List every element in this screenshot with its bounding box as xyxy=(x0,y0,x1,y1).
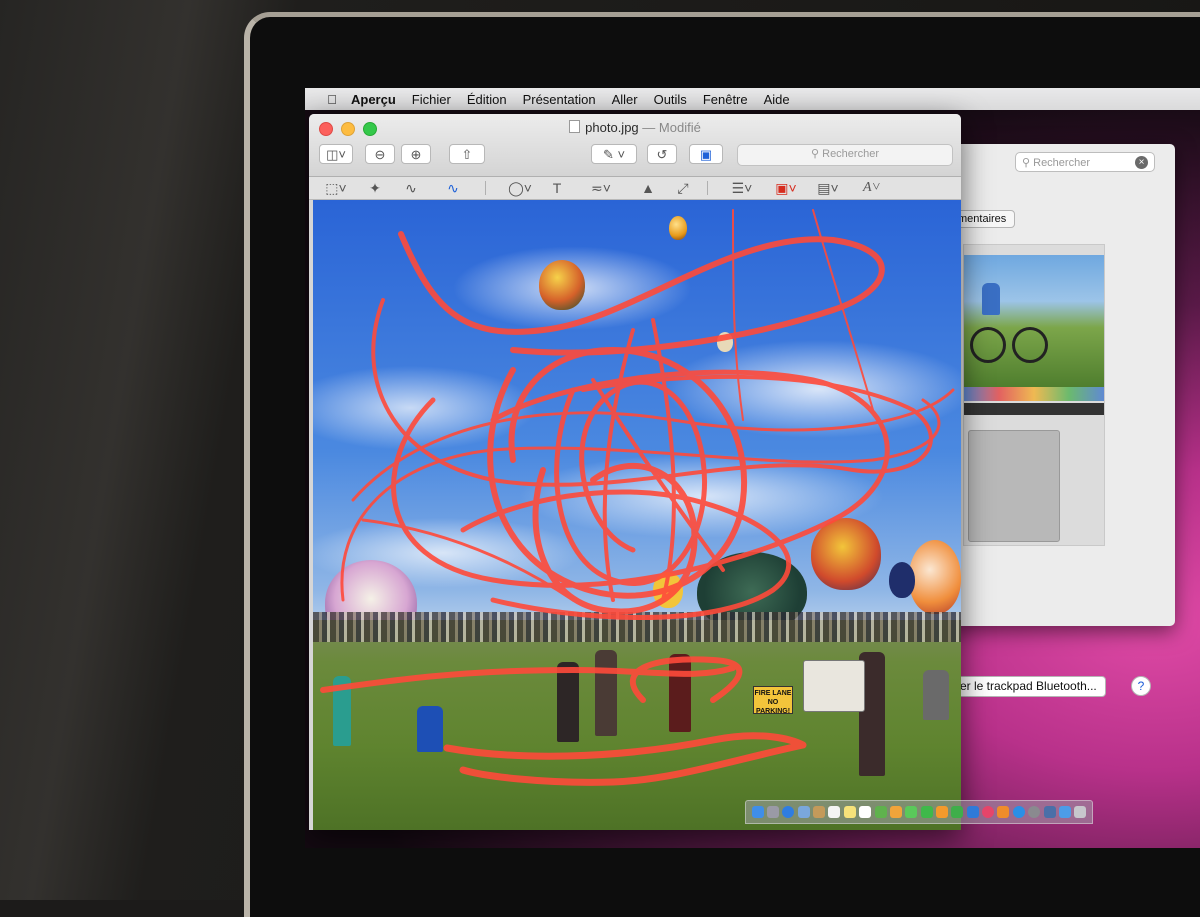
preview-search-placeholder: Rechercher xyxy=(822,148,879,160)
scribble-stroke xyxy=(340,398,941,602)
appstore-icon[interactable] xyxy=(1012,806,1025,818)
numbers-icon[interactable] xyxy=(951,806,964,818)
sketch-icon[interactable]: ∿ xyxy=(401,179,421,197)
cyclist-figure xyxy=(982,283,1000,315)
trackpad-demo-video xyxy=(963,244,1105,546)
window-filename: photo.jpg xyxy=(585,120,639,135)
messages-icon[interactable] xyxy=(905,806,918,818)
setup-bluetooth-trackpad-button[interactable]: rer le trackpad Bluetooth... xyxy=(945,676,1106,697)
calendar-icon[interactable] xyxy=(828,806,841,818)
menu-aller[interactable]: Aller xyxy=(604,92,646,107)
text-style-label: A xyxy=(862,180,872,195)
share-button[interactable]: ⇧ xyxy=(449,144,485,164)
markup-toolbox-button[interactable]: ▣ xyxy=(689,144,723,164)
menu-fichier[interactable]: Fichier xyxy=(404,92,459,107)
itunes-icon[interactable] xyxy=(982,806,995,818)
contacts-icon[interactable] xyxy=(813,806,826,818)
bike-wheel-front xyxy=(1012,327,1048,363)
demo-video-frame xyxy=(964,255,1104,387)
downloads-icon[interactable] xyxy=(1058,806,1071,818)
preview-titlebar: photo.jpg — Modifié ◫˅ ⊖ ⊕ ⇧ ✎ ˅ ↺ ▣ ⚲ R… xyxy=(309,114,961,177)
toolbar-divider xyxy=(485,181,486,195)
menu-edition[interactable]: Édition xyxy=(459,92,515,107)
menu-aide[interactable]: Aide xyxy=(756,92,798,107)
menu-app-apercu[interactable]: Aperçu xyxy=(343,92,404,107)
trash-icon[interactable] xyxy=(1074,806,1087,818)
border-color-icon[interactable]: ▣˅ xyxy=(771,179,801,197)
highlighter-icon: ✎ ˅ xyxy=(602,147,626,162)
prefs-search-icon: ⚲ xyxy=(1022,157,1034,169)
adjust-size-icon[interactable]: ⤢ xyxy=(673,179,693,197)
text-tool-icon[interactable]: T xyxy=(549,179,565,197)
zoom-in-button[interactable]: ⊕ xyxy=(401,144,431,164)
markup-scribbles xyxy=(320,209,955,786)
instant-alpha-icon[interactable]: ✦ xyxy=(365,179,385,197)
laptop-screen:  Aperçu Fichier Édition Présentation Al… xyxy=(305,88,1200,848)
markup-toolbar: ⬚˅ ✦ ∿ ∿ ◯˅ T ≂˅ ▲ ⤢ ☰˅ ▣˅ ▤˅ A˅ xyxy=(309,177,961,200)
text-style-icon[interactable]: A˅ xyxy=(857,179,887,197)
prefs-search-field[interactable]: ⚲ Rechercher × xyxy=(1015,152,1155,172)
maps-icon[interactable] xyxy=(874,806,887,818)
share-icon: ⇧ xyxy=(461,147,473,162)
shapes-icon[interactable]: ◯˅ xyxy=(505,179,535,197)
finder-icon[interactable] xyxy=(751,806,764,818)
preview-window: photo.jpg — Modifié ◫˅ ⊖ ⊕ ⇧ ✎ ˅ ↺ ▣ ⚲ R… xyxy=(309,114,961,830)
apple-menu-icon[interactable]:  xyxy=(321,92,343,107)
launchpad-icon[interactable] xyxy=(767,806,780,818)
preview-search-icon: ⚲ xyxy=(811,148,823,160)
safari-icon[interactable] xyxy=(782,806,795,818)
sidebar-icon: ◫˅ xyxy=(326,147,346,162)
rotate-button[interactable]: ↺ xyxy=(647,144,677,164)
preview-search-field[interactable]: ⚲ Rechercher xyxy=(737,144,953,166)
pages-icon[interactable] xyxy=(935,806,948,818)
keynote-icon[interactable] xyxy=(966,806,979,818)
highlight-button[interactable]: ✎ ˅ xyxy=(591,144,637,164)
clear-search-icon[interactable]: × xyxy=(1135,156,1148,169)
scribble-stroke xyxy=(629,656,743,703)
scribble-stroke xyxy=(443,732,807,786)
demo-dock-strip xyxy=(964,387,1104,401)
prefs-search-placeholder: Rechercher xyxy=(1033,157,1090,169)
scribble-stroke xyxy=(320,665,736,693)
selection-tool-icon[interactable]: ⬚˅ xyxy=(321,179,351,197)
reminders-icon[interactable] xyxy=(859,806,872,818)
preferences-icon[interactable] xyxy=(1028,806,1041,818)
shape-style-icon[interactable]: ☰˅ xyxy=(727,179,757,197)
scribble-stroke xyxy=(398,231,885,356)
rotate-icon: ↺ xyxy=(656,147,668,162)
draw-icon[interactable]: ∿ xyxy=(441,179,465,197)
system-preferences-window: ⚲ Rechercher × mentaires rer le trackpad… xyxy=(945,144,1175,697)
fill-color-icon[interactable]: ▤˅ xyxy=(813,179,843,197)
adjust-color-icon[interactable]: ▲ xyxy=(637,179,659,197)
sidebar-toggle-button[interactable]: ◫˅ xyxy=(319,144,353,164)
bike-wheel-rear xyxy=(970,327,1006,363)
mail-icon[interactable] xyxy=(797,806,810,818)
zoom-out-icon: ⊖ xyxy=(374,147,386,162)
menu-fenetre[interactable]: Fenêtre xyxy=(695,92,756,107)
menu-bar:  Aperçu Fichier Édition Présentation Al… xyxy=(305,88,1200,110)
photos-icon[interactable] xyxy=(889,806,902,818)
menu-presentation[interactable]: Présentation xyxy=(515,92,604,107)
zoom-in-icon: ⊕ xyxy=(410,147,422,162)
title-separator: — xyxy=(642,120,656,135)
demo-trackpad xyxy=(968,430,1060,542)
toolbox-icon: ▣ xyxy=(699,147,713,162)
window-status: Modifié xyxy=(658,120,701,135)
signature-icon[interactable]: ≂˅ xyxy=(583,179,619,197)
zoom-out-button[interactable]: ⊖ xyxy=(365,144,395,164)
help-button[interactable]: ? xyxy=(1131,676,1151,696)
preview-icon[interactable] xyxy=(1043,806,1056,818)
window-title: photo.jpg — Modifié xyxy=(309,120,961,135)
facetime-icon[interactable] xyxy=(920,806,933,818)
menu-outils[interactable]: Outils xyxy=(646,92,695,107)
toolbar-divider xyxy=(707,181,708,195)
edited-photo[interactable]: FIRE LANE NO PARKING! xyxy=(313,200,961,830)
notes-icon[interactable] xyxy=(843,806,856,818)
dock xyxy=(745,800,1093,824)
demo-keyboard-strip xyxy=(964,403,1104,415)
document-icon[interactable] xyxy=(569,120,581,133)
ibooks-icon[interactable] xyxy=(997,806,1010,818)
